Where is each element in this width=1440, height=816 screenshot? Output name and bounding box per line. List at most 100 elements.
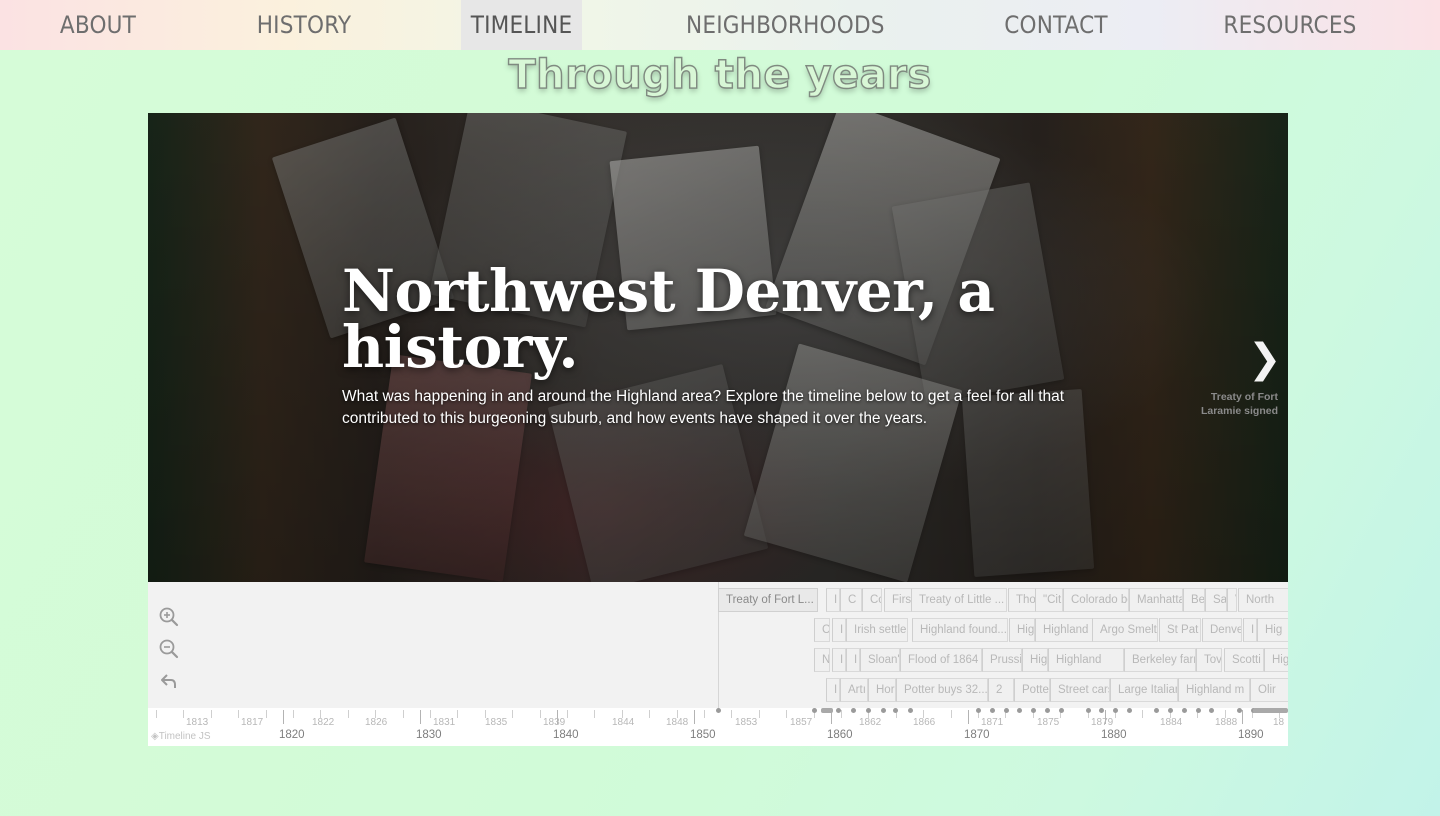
timeline-event-dot[interactable] [1154,708,1159,713]
timeline-event-dot[interactable] [1086,708,1091,713]
timeline-event-dot[interactable] [908,708,913,713]
timeline-flag[interactable]: St Pat [1159,618,1201,642]
timeline-flag[interactable]: I [826,588,840,612]
nav-timeline[interactable]: TIMELINE [461,0,582,50]
axis-major-tick [420,710,421,724]
zoom-in-icon[interactable] [158,606,180,628]
nav-history[interactable]: HISTORY [248,0,360,50]
timeline-event-dot[interactable] [1182,708,1187,713]
axis-major-label: 1870 [964,729,990,741]
timeline-event-dot[interactable] [1113,708,1118,713]
timeline-flag[interactable]: I [846,648,860,672]
timeline-flag[interactable]: Sloan' [860,648,900,672]
axis-minor-label: 1813 [186,717,209,728]
timeline-flag[interactable]: Colorado be [1063,588,1129,612]
timeline-event-dot[interactable] [976,708,981,713]
timeline-flag[interactable]: C [814,618,830,642]
timeline-event-dot[interactable] [851,708,856,713]
timeline-event-dot[interactable] [1168,708,1173,713]
timeline-flag[interactable]: Hig [1022,648,1048,672]
timeline-flag[interactable]: Sac [1205,588,1227,612]
timeline-event-dot[interactable] [1209,708,1214,713]
timeline-flag[interactable]: Hig [1257,618,1288,642]
timeline-event-dot[interactable] [1127,708,1132,713]
axis-minor-label: 1839 [543,717,566,728]
timeline-event-dot[interactable] [1045,708,1050,713]
timeline-flag[interactable]: Highland [1035,618,1093,642]
nav-contact[interactable]: CONTACT [996,0,1116,50]
timeline-event-dot[interactable] [893,708,898,713]
zoom-out-icon[interactable] [158,638,180,660]
timeline-flag[interactable]: Potter [1014,678,1050,702]
timeline-flag[interactable]: Firs [884,588,912,612]
next-slide-label[interactable]: Treaty of Fort Laramie signed [1188,390,1278,418]
chevron-right-icon[interactable]: ❯ [1248,339,1282,379]
timeline-event-dot[interactable] [1059,708,1064,713]
timeline-flag[interactable]: Potter buys 32... [896,678,988,702]
timeline-flag[interactable]: Berkeley farm [1124,648,1196,672]
axis-major-label: 1820 [279,729,305,741]
timeline-flag[interactable]: 2 [988,678,1014,702]
timeline-event-dot[interactable] [1237,708,1242,713]
timeline-flag[interactable]: Highl [1264,648,1288,672]
axis-minor-tick [430,710,431,718]
timeline-event-dot[interactable] [881,708,886,713]
timelinejs-icon: ◈ [151,731,159,742]
timeline-flag[interactable]: I [826,678,840,702]
slide-heading: Northwest Denver, a history. [342,257,995,381]
timeline-flag[interactable]: I [1243,618,1257,642]
timeline-flag[interactable]: V [1227,588,1237,612]
timeline-event-cluster[interactable] [1253,708,1288,713]
timeline-flag[interactable]: Artı [840,678,868,702]
timeline-event-dot[interactable] [1196,708,1201,713]
nav-neighborhoods[interactable]: NEIGHBORHOODS [686,0,884,50]
axis-minor-tick [759,710,760,718]
timeline-event-dot[interactable] [990,708,995,713]
timeline-flag[interactable]: Irish settle in [846,618,908,642]
timeline-flag[interactable]: Highland found... [912,618,1008,642]
timeline-event-dot[interactable] [812,708,817,713]
axis-minor-label: 1817 [241,717,264,728]
timeline-flag[interactable]: Scotti [1224,648,1264,672]
timeline-navigator[interactable]: Treaty of Fort L...ICColFirsTreaty of Li… [148,582,1288,746]
timeline-flag[interactable]: Hig [1009,618,1035,642]
back-to-start-icon[interactable] [158,670,180,692]
timeline-flag[interactable]: I [832,648,846,672]
timeline-flag[interactable]: Olir [1250,678,1288,702]
timeline-flag[interactable]: Tov [1196,648,1222,672]
timelinejs-logo[interactable]: ◈Timeline JS [151,731,211,742]
timeline-flag[interactable]: C [840,588,862,612]
timeline-flag[interactable]: "Cit [1035,588,1063,612]
timeline-event-dot[interactable] [1004,708,1009,713]
nav-resources[interactable]: RESOURCES [1218,0,1362,50]
timeline-flag[interactable]: Manhatta [1129,588,1183,612]
timeline-flag[interactable]: Treaty of Little ... [911,588,1007,612]
timeline-flag[interactable]: Treaty of Fort L... [718,588,818,612]
timeline-flag[interactable]: Col [862,588,882,612]
timeline-flag[interactable]: North [1238,588,1288,612]
timeline-flag[interactable]: I [832,618,846,642]
timeline-event-dot[interactable] [716,708,721,713]
timeline-event-dot[interactable] [1017,708,1022,713]
axis-major-label: 1860 [827,729,853,741]
timeline-flag[interactable]: Ber [1183,588,1205,612]
timeline-flag[interactable]: Prussi [982,648,1022,672]
timeline-flag[interactable]: Argo Smelte [1092,618,1158,642]
timeline-event-dot[interactable] [866,708,871,713]
timeline-event-dot[interactable] [1031,708,1036,713]
timeline-flag[interactable]: Highland [1048,648,1124,672]
timeline-flag[interactable]: Street cars d [1050,678,1110,702]
timeline-flag[interactable]: N [814,648,830,672]
axis-minor-tick [403,710,404,718]
timeline-event-dot[interactable] [1099,708,1104,713]
timeline-flag[interactable]: Denve [1202,618,1242,642]
timeline-flag[interactable]: Hor [868,678,896,702]
timeline-flag[interactable]: Tho [1008,588,1036,612]
nav-about[interactable]: ABOUT [48,0,148,50]
timeline-event-cluster[interactable] [821,708,833,713]
timeline-flag[interactable]: Large Italian [1110,678,1178,702]
timeline-event-dot[interactable] [836,708,841,713]
timeline-flag[interactable]: Flood of 1864 [900,648,982,672]
axis-minor-tick [1142,710,1143,718]
timeline-flag[interactable]: Highland m [1178,678,1250,702]
